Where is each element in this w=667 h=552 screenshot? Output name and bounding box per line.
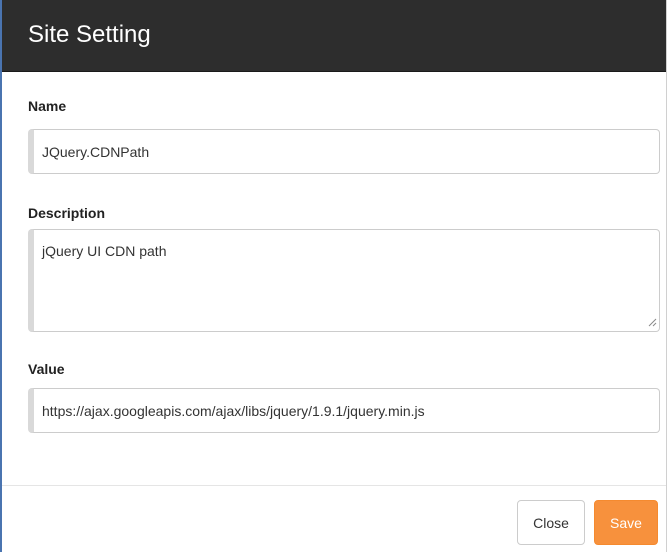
value-input[interactable] bbox=[28, 388, 660, 433]
description-textarea[interactable]: jQuery UI CDN path bbox=[28, 229, 660, 332]
site-setting-dialog: Site Setting Name Description jQuery UI … bbox=[0, 0, 667, 552]
close-button[interactable]: Close bbox=[517, 500, 585, 545]
dialog-title: Site Setting bbox=[28, 21, 151, 48]
value-label: Value bbox=[28, 361, 65, 377]
description-label: Description bbox=[28, 205, 106, 221]
resize-grip-icon[interactable] bbox=[647, 317, 657, 327]
name-input[interactable] bbox=[28, 129, 660, 174]
dialog-header: Site Setting bbox=[2, 0, 666, 72]
save-button[interactable]: Save bbox=[594, 500, 658, 545]
name-label: Name bbox=[28, 98, 67, 114]
footer-divider bbox=[2, 485, 666, 486]
